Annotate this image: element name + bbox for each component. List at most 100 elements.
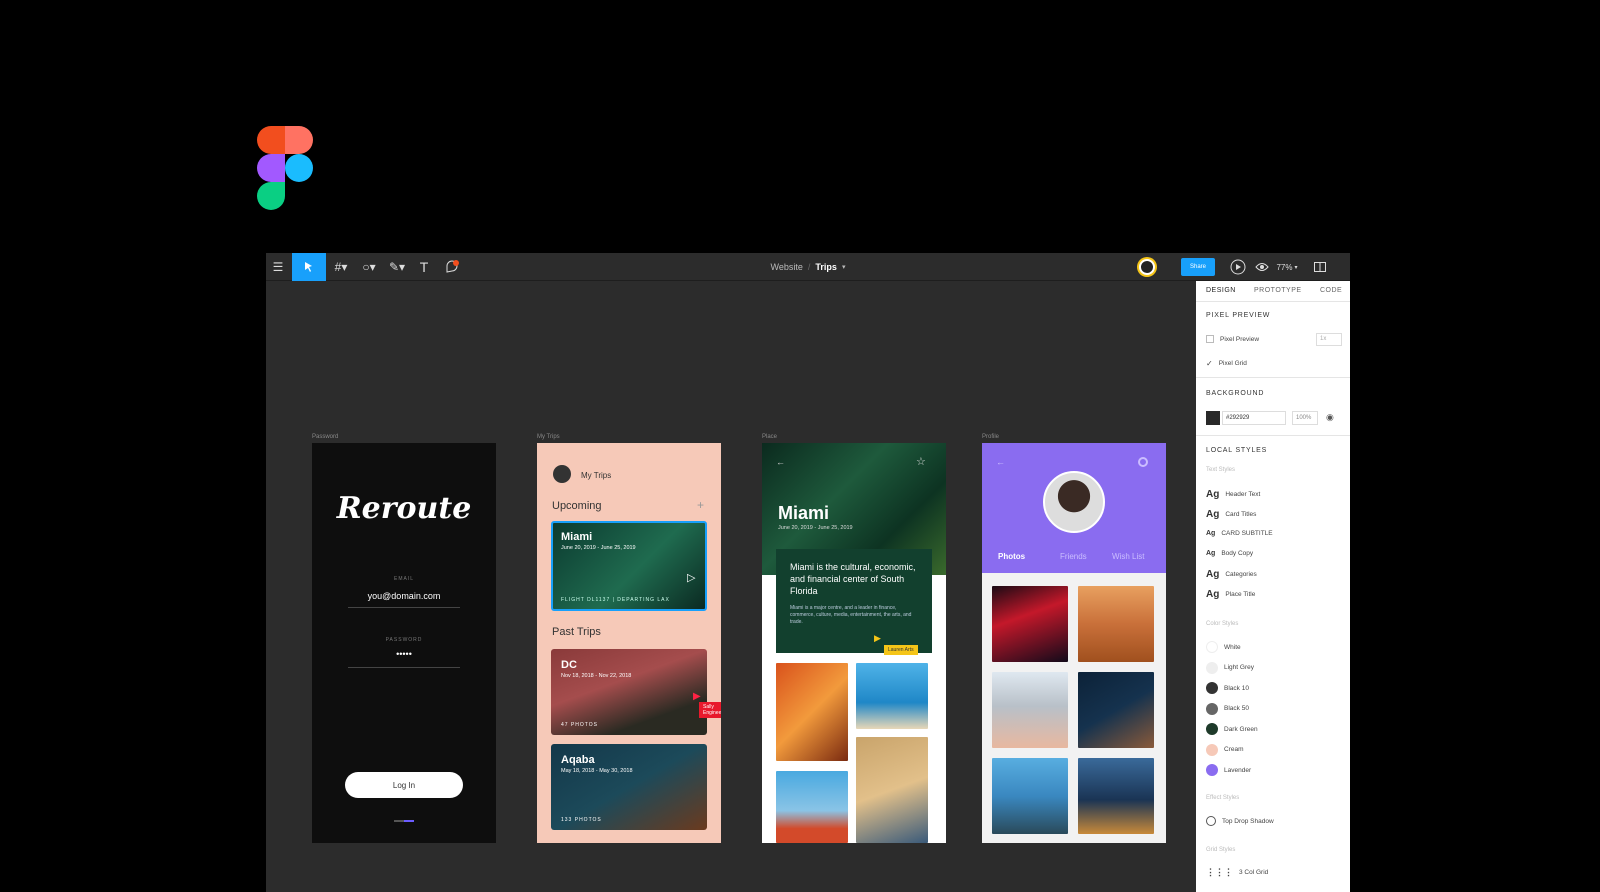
color-swatch [1206,702,1218,715]
plane-icon: ▷ [687,572,696,584]
pixel-grid-row[interactable]: ✓ Pixel Grid [1206,359,1247,368]
settings-icon[interactable] [1138,457,1148,467]
eye-icon[interactable]: ◉ [1326,412,1334,423]
card-title: DC [561,659,577,671]
photo-thumbnail[interactable] [856,737,928,843]
text-style-item[interactable]: Ag Categories [1206,569,1257,580]
star-icon[interactable]: ☆ [916,455,926,468]
avatar[interactable] [553,465,571,483]
eye-icon[interactable] [1252,253,1272,281]
photo-thumbnail[interactable] [856,663,928,729]
back-arrow-icon[interactable]: ← [776,457,785,467]
text-style-item[interactable]: Ag CARD SUBTITLE [1206,530,1273,537]
properties-panel: DESIGN PROTOTYPE CODE PIXEL PREVIEW Pixe… [1196,281,1350,892]
pixel-preview-value[interactable]: 1x [1316,333,1342,346]
tab-wish-list[interactable]: Wish List [1112,552,1144,561]
password-field[interactable]: ••••• [348,649,460,668]
card-dates: May 18, 2018 - May 30, 2018 [561,768,633,774]
color-style-name: Light Grey [1224,664,1254,671]
share-button[interactable]: Share [1181,258,1215,276]
card-dates: Nov 18, 2018 - Nov 22, 2018 [561,673,632,679]
background-opacity-input[interactable]: 100% [1292,411,1318,425]
breadcrumb-separator: / [807,262,811,272]
photo-thumbnail[interactable] [776,663,848,761]
panel-toggle-icon[interactable] [1310,253,1330,281]
color-style-item[interactable]: Light Grey [1206,661,1254,674]
breadcrumb-page[interactable]: Trips [815,262,837,272]
frame-place[interactable]: ← ☆ Miami June 20, 2019 - June 25, 2019 … [762,443,946,843]
text-style-name: Place Title [1225,591,1256,598]
color-swatch [1206,661,1218,674]
color-style-name: Black 10 [1224,684,1249,692]
photo-thumbnail[interactable] [1078,586,1154,662]
color-style-name: Lavender [1224,766,1252,774]
frame-password[interactable]: Reroute EMAIL you@domain.com PASSWORD ••… [312,443,496,843]
color-swatch [1206,682,1218,694]
trip-card-miami[interactable]: Miami June 20, 2019 - June 25, 2019 ▷ FL… [551,521,707,611]
text-style-item[interactable]: Ag Body Copy [1206,550,1253,557]
play-icon[interactable] [1228,253,1248,281]
tab-design[interactable]: DESIGN [1206,287,1236,294]
text-style-name: Header Text [1225,491,1261,498]
shadow-icon [1206,816,1216,826]
add-icon[interactable]: + [697,498,704,512]
card-title: Aqaba [561,754,595,766]
grid-style-item[interactable]: ⋮⋮⋮ 3 Col Grid [1206,867,1268,878]
card-title: Miami [561,531,593,543]
cursor-label: Lauren Arts [884,645,918,655]
photo-thumbnail[interactable] [776,771,848,843]
frame-label-trips[interactable]: My Trips [537,434,560,440]
frame-profile[interactable]: ← Photos Friends Wish List [982,443,1166,843]
pixel-preview-row[interactable]: Pixel Preview [1206,335,1259,343]
frame-label-profile[interactable]: Profile [982,434,999,440]
trip-card-dc[interactable]: DC Nov 18, 2018 - Nov 22, 2018 47 PHOTOS [551,649,707,735]
color-style-item[interactable]: Lavender [1206,764,1251,776]
email-field[interactable]: you@domain.com [348,591,460,608]
chevron-down-icon: ▾ [1294,264,1298,271]
color-style-item[interactable]: Black 50 [1206,702,1249,715]
breadcrumb-project[interactable]: Website [771,262,803,272]
background-swatch[interactable] [1206,411,1220,425]
tab-prototype[interactable]: PROTOTYPE [1254,287,1302,294]
card-footer: 47 PHOTOS [561,722,598,728]
effect-style-item[interactable]: Top Drop Shadow [1206,816,1274,826]
color-style-name: Dark Green [1224,725,1258,733]
background-hex-input[interactable]: #292929 [1222,411,1286,425]
trips-header: My Trips [581,471,612,480]
page-indicator [394,820,414,822]
frame-label-place[interactable]: Place [762,434,777,440]
past-trips-title: Past Trips [552,626,601,638]
checkbox[interactable] [1206,335,1214,343]
check-icon[interactable]: ✓ [1206,359,1213,368]
photo-thumbnail[interactable] [1078,672,1154,748]
upcoming-title: Upcoming [552,500,602,512]
color-swatch [1206,641,1218,653]
tab-photos[interactable]: Photos [998,552,1025,561]
tab-friends[interactable]: Friends [1060,552,1087,561]
avatar[interactable] [1137,257,1157,277]
zoom-control[interactable]: 77% ▾ [1274,253,1300,281]
photo-thumbnail[interactable] [992,672,1068,748]
color-style-item[interactable]: White [1206,641,1241,653]
back-arrow-icon[interactable]: ← [996,457,1005,467]
place-info-card: Miami is the cultural, economic, and fin… [776,549,932,653]
text-style-name: Categories [1225,571,1257,578]
chevron-down-icon[interactable]: ▾ [842,263,846,271]
text-style-item[interactable]: Ag Header Text [1206,489,1260,500]
photo-thumbnail[interactable] [992,758,1068,834]
text-style-item[interactable]: Ag Place Title [1206,589,1255,600]
frame-label-password[interactable]: Password [312,434,338,440]
login-button[interactable]: Log In [345,772,463,798]
color-style-item[interactable]: Black 10 [1206,682,1249,694]
color-swatch [1206,743,1218,756]
frame-trips[interactable]: My Trips Upcoming + Miami June 20, 2019 … [537,443,721,843]
color-style-item[interactable]: Cream [1206,743,1244,756]
trip-card-aqaba[interactable]: Aqaba May 18, 2018 - May 30, 2018 133 PH… [551,744,707,830]
color-swatch [1206,723,1218,735]
color-style-item[interactable]: Dark Green [1206,723,1258,735]
text-style-item[interactable]: Ag Card Titles [1206,509,1256,520]
photo-thumbnail[interactable] [1078,758,1154,834]
place-description: Miami is the cultural, economic, and fin… [790,562,916,596]
photo-thumbnail[interactable] [992,586,1068,662]
tab-code[interactable]: CODE [1320,287,1342,294]
